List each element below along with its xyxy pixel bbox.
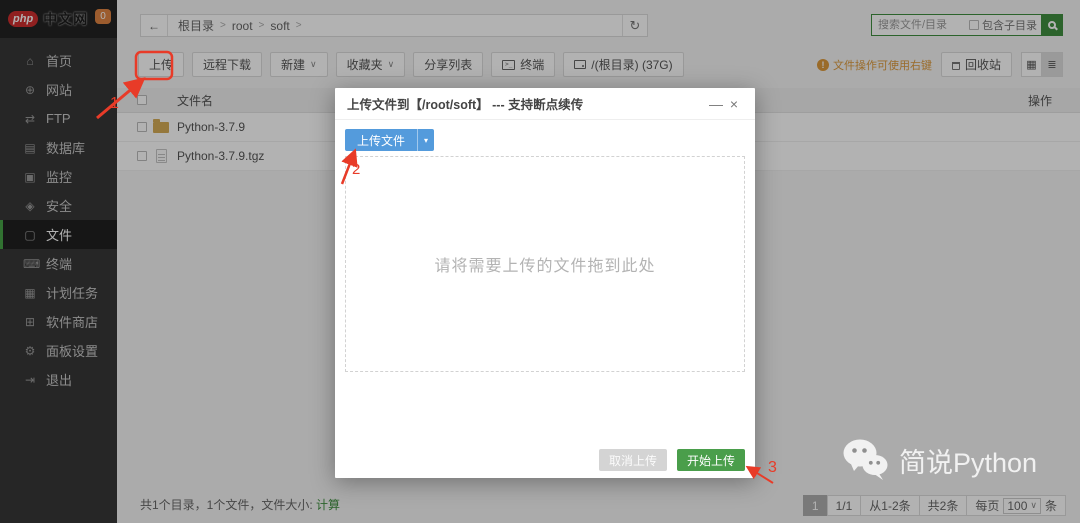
dialog-title: 上传文件到【/root/soft】 --- 支持断点续传 — [347, 98, 584, 112]
dialog-footer: 取消上传 开始上传 — [598, 449, 745, 471]
close-icon[interactable]: × — [725, 96, 743, 112]
upload-dialog: 上传文件到【/root/soft】 --- 支持断点续传 — × 上传文件 ▾ … — [335, 88, 755, 478]
file-dropzone[interactable]: 请将需要上传的文件拖到此处 — [345, 156, 745, 372]
bt-panel-app: php 中文网 0 ⌂ 首页 ⊕ 网站 ⇄ FTP ▤ 数据库 ▣ 监控 ◈ 安全 ▢ 文件 … — [0, 0, 1080, 523]
upload-file-split-button[interactable]: 上传文件 ▾ — [345, 129, 435, 151]
dialog-titlebar: 上传文件到【/root/soft】 --- 支持断点续传 — × — [335, 88, 755, 120]
chevron-down-icon: ▾ — [424, 135, 429, 145]
minimize-button[interactable]: — — [707, 96, 725, 112]
cancel-upload-button[interactable]: 取消上传 — [598, 449, 667, 471]
start-upload-button[interactable]: 开始上传 — [676, 449, 745, 471]
upload-file-button[interactable]: 上传文件 — [345, 132, 417, 149]
upload-dropdown-toggle[interactable]: ▾ — [417, 129, 434, 151]
dropzone-hint: 请将需要上传的文件拖到此处 — [434, 258, 656, 275]
